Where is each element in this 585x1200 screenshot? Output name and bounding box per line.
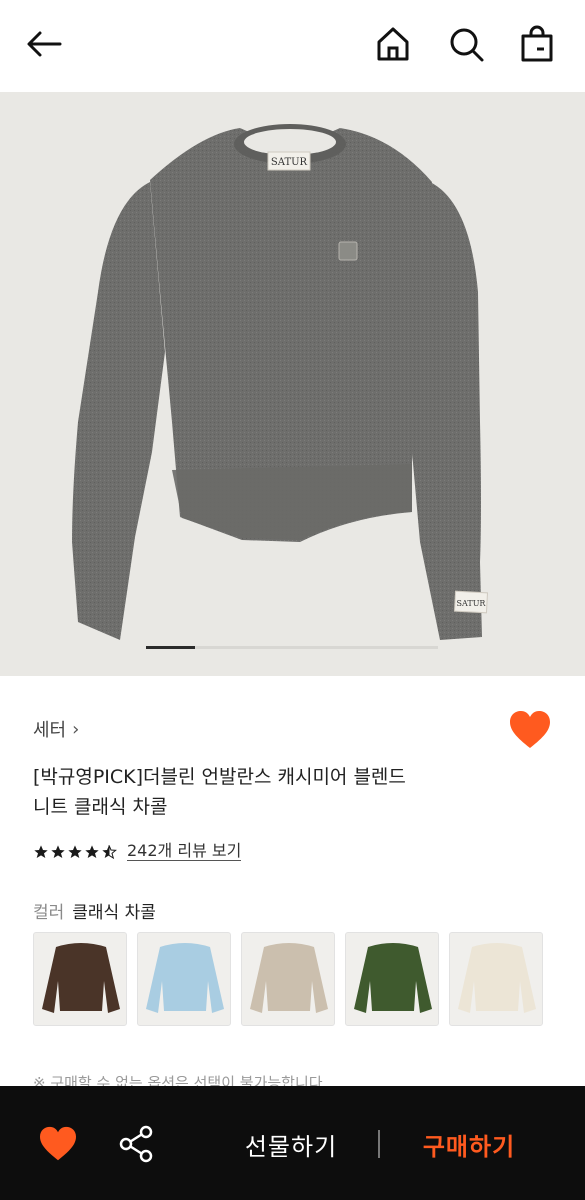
review-link[interactable]: 242개 리뷰 보기 bbox=[127, 842, 242, 861]
category-label: 세터 bbox=[33, 720, 67, 741]
share-icon[interactable] bbox=[118, 1124, 154, 1164]
product-title-line2: 니트 클래식 차콜 bbox=[33, 796, 168, 818]
product-title: [박규영PICK]더블린 언발란스 캐시미어 블렌드 니트 클래식 차콜 bbox=[33, 762, 493, 822]
inner-label-text: SATUR bbox=[271, 157, 308, 168]
star-icon bbox=[51, 844, 65, 858]
color-swatches bbox=[33, 932, 543, 1026]
color-label: 컬러 bbox=[33, 903, 65, 923]
star-icon bbox=[34, 844, 48, 858]
search-icon[interactable] bbox=[446, 24, 486, 64]
gallery-indicator bbox=[146, 646, 438, 649]
swatch-green[interactable] bbox=[345, 932, 439, 1026]
rating-stars bbox=[33, 844, 117, 860]
swatch-beige[interactable] bbox=[241, 932, 335, 1026]
product-image-gallery[interactable]: SATUR SATUR bbox=[0, 92, 585, 676]
color-option-row: 컬러 클래식 차콜 bbox=[33, 898, 156, 923]
color-value: 클래식 차콜 bbox=[72, 903, 156, 923]
product-photo: SATUR SATUR bbox=[0, 92, 585, 676]
gallery-indicator-active bbox=[146, 646, 195, 649]
bottom-action-bar: 선물하기 구매하기 bbox=[0, 1086, 585, 1200]
gift-button[interactable]: 선물하기 bbox=[228, 1124, 354, 1164]
category-link[interactable]: 세터 › bbox=[33, 716, 79, 742]
rating-row: 242개 리뷰 보기 bbox=[33, 842, 242, 861]
home-icon[interactable] bbox=[373, 24, 413, 64]
product-title-line1: [박규영PICK]더블린 언발란스 캐시미어 블렌드 bbox=[33, 766, 406, 788]
swatch-cream[interactable] bbox=[449, 932, 543, 1026]
button-divider bbox=[378, 1130, 380, 1158]
swatch-brown[interactable] bbox=[33, 932, 127, 1026]
star-icon bbox=[68, 844, 82, 858]
top-nav-bar bbox=[0, 0, 585, 92]
wishlist-heart-icon[interactable] bbox=[508, 710, 552, 750]
chevron-right-icon: › bbox=[72, 718, 80, 740]
shopping-bag-icon[interactable] bbox=[517, 24, 557, 64]
sleeve-patch-text: SATUR bbox=[457, 599, 487, 608]
heart-icon[interactable] bbox=[38, 1126, 78, 1162]
arrow-left-icon[interactable] bbox=[24, 24, 64, 64]
swatch-sky-blue[interactable] bbox=[137, 932, 231, 1026]
star-icon bbox=[85, 844, 99, 858]
buy-button[interactable]: 구매하기 bbox=[404, 1124, 534, 1164]
product-info: 세터 › [박규영PICK]더블린 언발란스 캐시미어 블렌드 니트 클래식 차… bbox=[0, 676, 585, 1092]
half-star-icon bbox=[102, 844, 117, 859]
